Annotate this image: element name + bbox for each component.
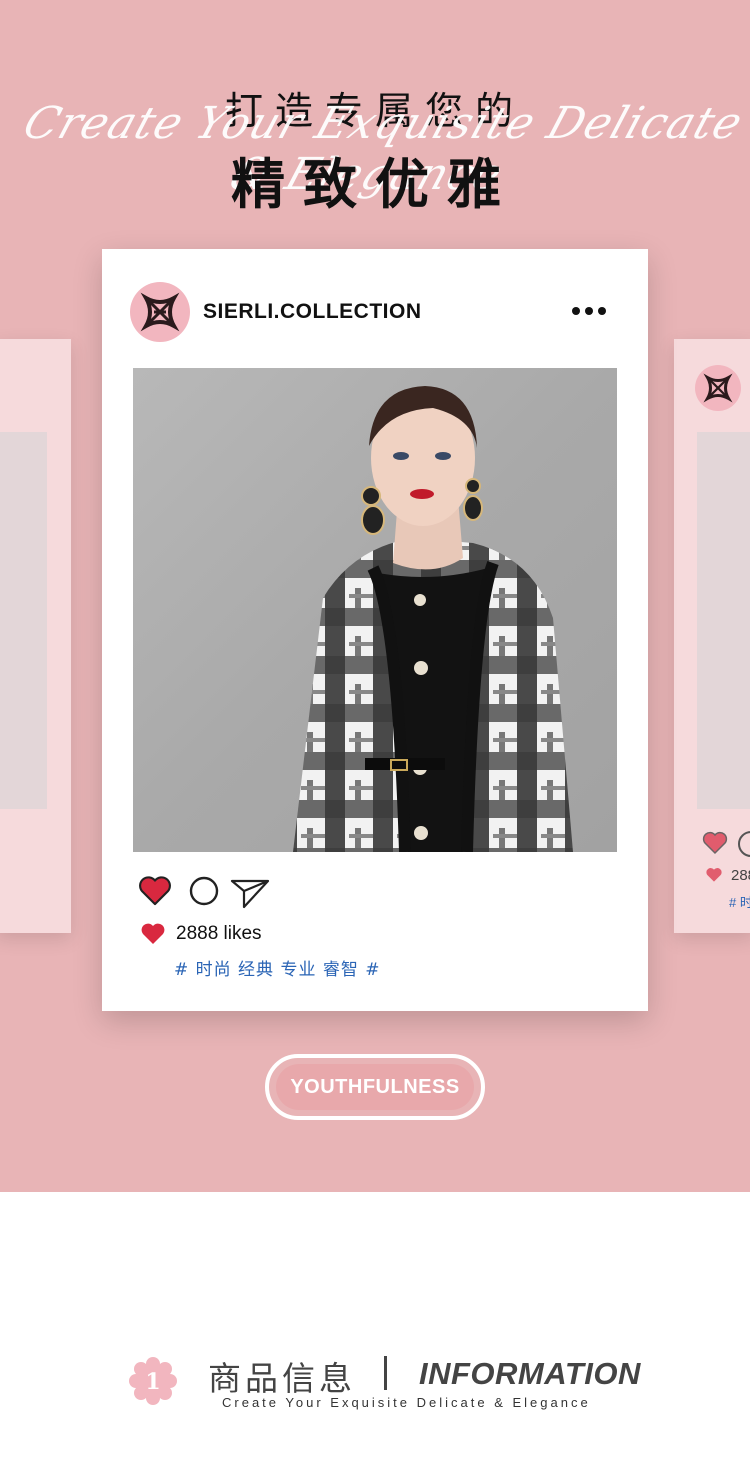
post-username[interactable]: SIERLI.COLLECTION (203, 300, 422, 324)
youthfulness-badge[interactable]: YOUTHFULNESS (265, 1054, 485, 1120)
hero-section: 打造专属您的 Create Your Exquisite Delicate & … (0, 0, 750, 1192)
heart-small-icon (141, 923, 165, 944)
paper-plane-icon[interactable] (230, 875, 270, 909)
flower-number-icon: 1 (129, 1357, 177, 1405)
side-card-photo-placeholder (697, 432, 750, 809)
side-card-avatar (695, 365, 741, 411)
comment-circle-icon[interactable] (738, 831, 750, 857)
info-subtitle: Create Your Exquisite Delicate & Eleganc… (222, 1395, 591, 1410)
header-title-main: 精致优雅 (231, 153, 519, 216)
post-card: SIERLI.COLLECTION 2888 likes # 时尚 经典 专业 … (102, 249, 648, 1011)
post-photo (133, 368, 617, 852)
side-card-tags: # 时 (729, 895, 750, 910)
heart-small-icon (706, 868, 722, 882)
post-likes-count: 2888 likes (176, 923, 262, 944)
sierli-logo-icon (703, 373, 733, 403)
sierli-logo-icon (140, 292, 180, 332)
info-title-en: INFORMATION (419, 1356, 641, 1391)
comment-circle-icon[interactable] (188, 875, 220, 907)
more-dots-icon[interactable] (572, 301, 614, 321)
model-illustration (293, 386, 573, 852)
side-card-right[interactable]: 288 # 时 (674, 339, 750, 933)
post-avatar[interactable] (130, 282, 190, 342)
heart-icon[interactable] (702, 831, 728, 855)
flower-number: 1 (145, 1369, 160, 1395)
info-divider (384, 1356, 387, 1390)
info-title-cn: 商品信息 (208, 1359, 356, 1398)
post-hashtags[interactable]: # 时尚 经典 专业 睿智 # (174, 955, 381, 980)
side-card-photo-placeholder (0, 432, 47, 809)
badge-label: YOUTHFULNESS (276, 1064, 474, 1110)
side-card-likes: 288 (731, 867, 750, 884)
side-card-left[interactable] (0, 339, 71, 933)
heart-icon[interactable] (138, 875, 172, 907)
